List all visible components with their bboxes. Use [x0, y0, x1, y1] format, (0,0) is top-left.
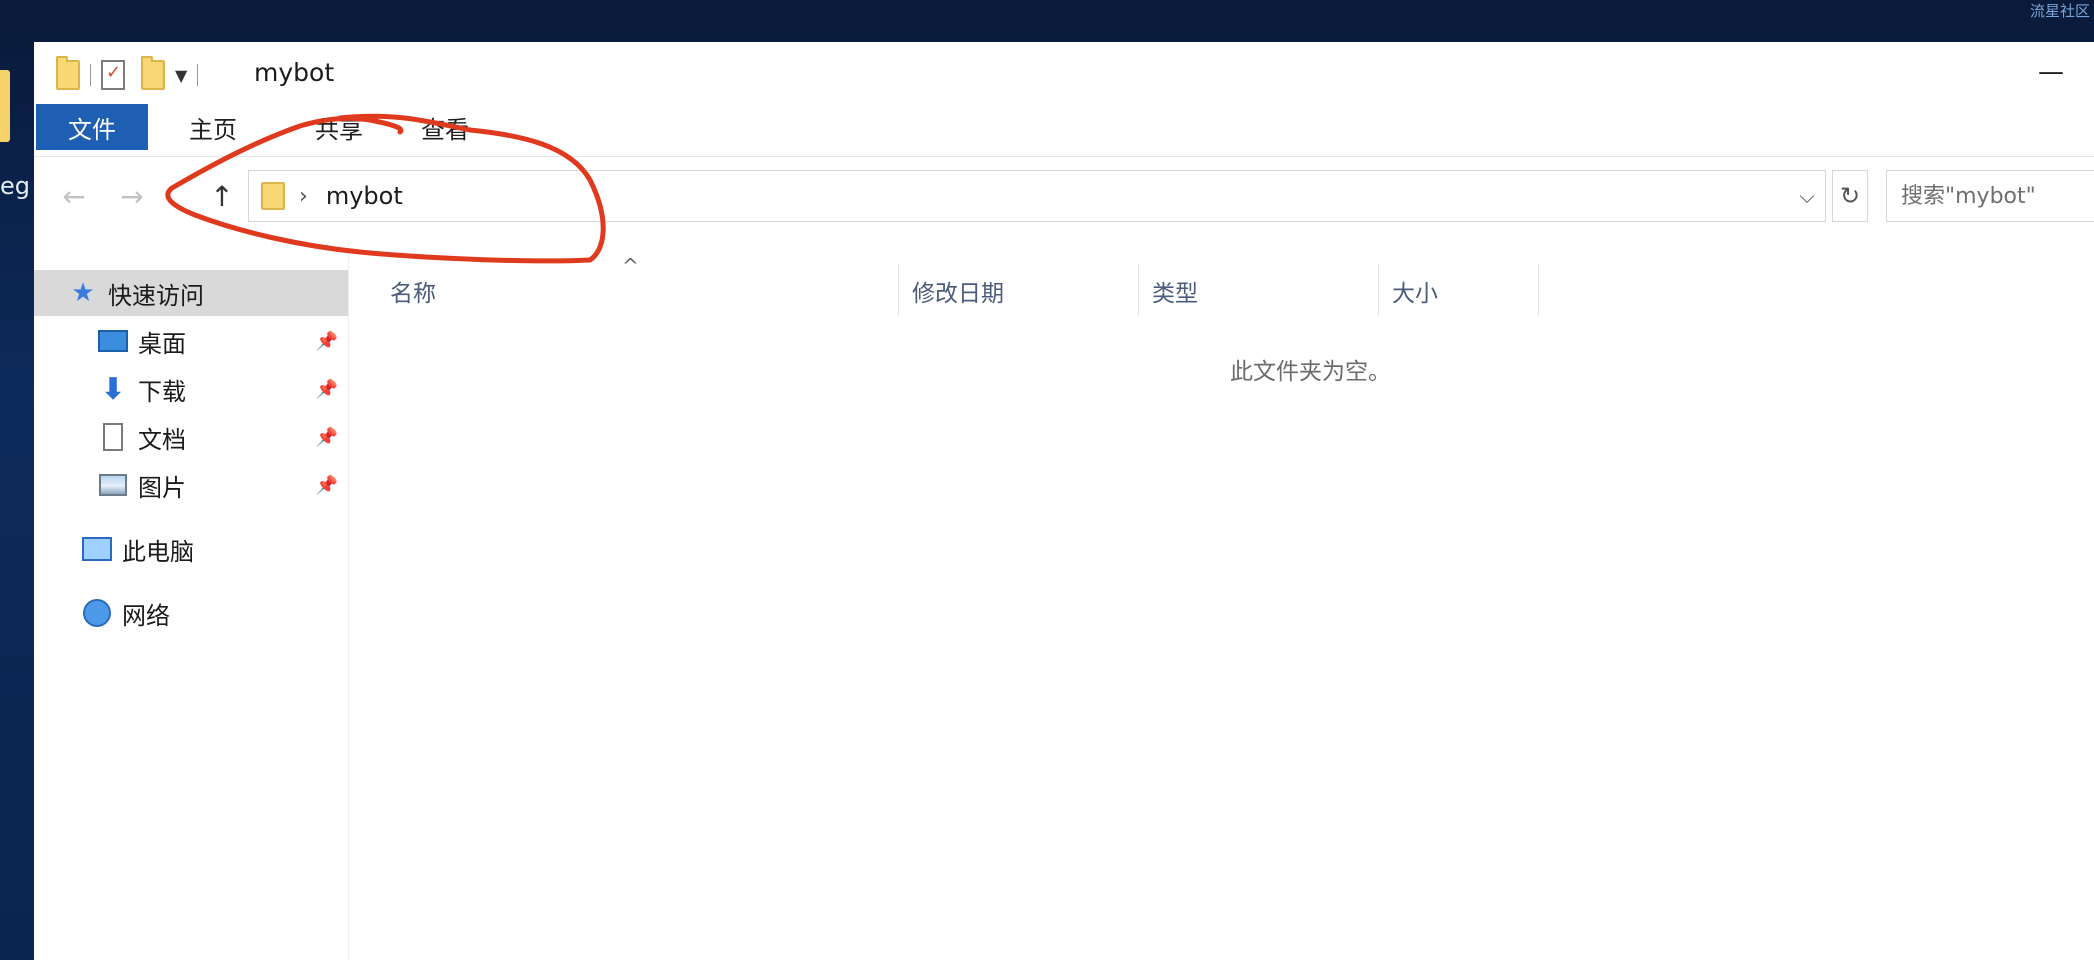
file-explorer-window: ▼ mybot — 文件 主页 共享 查看 ← → ↑ › mybot ⌵ ↻ … [34, 42, 2094, 960]
column-divider[interactable] [1538, 264, 1539, 316]
nav-label: 图片 [138, 473, 186, 502]
address-dropdown-button[interactable]: ⌵ [1788, 171, 1825, 221]
folder-icon[interactable] [56, 56, 80, 90]
quick-access-toolbar: ▼ [56, 56, 208, 94]
download-icon: ⬇ [100, 371, 126, 407]
pin-icon[interactable]: 📌 [316, 379, 338, 400]
column-header-size[interactable]: 大小 [1392, 268, 1532, 314]
column-header-date[interactable]: 修改日期 [912, 268, 1132, 314]
empty-folder-message: 此文件夹为空。 [1230, 359, 1391, 385]
tab-view[interactable]: 查看 [390, 104, 500, 150]
column-divider[interactable] [1378, 264, 1379, 316]
column-divider[interactable] [898, 264, 899, 316]
toolbar-divider [90, 64, 91, 86]
nav-documents[interactable]: 文档 📌 [34, 414, 348, 460]
customize-toolbar-arrow-icon[interactable]: ▼ [175, 66, 187, 85]
picture-icon [98, 470, 128, 500]
ribbon: 文件 主页 共享 查看 [34, 104, 2094, 157]
forward-button[interactable]: → [112, 170, 152, 222]
column-divider[interactable] [1138, 264, 1139, 316]
desktop-folder-icon[interactable] [0, 70, 10, 142]
address-bar[interactable]: › mybot ⌵ [248, 170, 1826, 222]
nav-quick-access[interactable]: ★ 快速访问 [34, 270, 348, 316]
pin-icon[interactable]: 📌 [316, 427, 338, 448]
back-button[interactable]: ← [54, 170, 94, 222]
toolbar-divider [197, 64, 199, 86]
nav-pictures[interactable]: 图片 📌 [34, 462, 348, 508]
search-input[interactable] [1901, 183, 2081, 209]
nav-label: 此电脑 [122, 537, 194, 566]
nav-desktop[interactable]: 桌面 📌 [34, 318, 348, 364]
desktop-icon [98, 326, 128, 356]
nav-label: 快速访问 [108, 281, 204, 310]
new-folder-icon[interactable] [141, 56, 165, 90]
window-title: mybot [254, 58, 335, 87]
desktop-corner-text: 流星社区 [2029, 2, 2090, 20]
file-list-pane: ^ 名称 修改日期 类型 大小 此文件夹为空。 [350, 242, 2094, 960]
properties-icon[interactable] [101, 60, 125, 90]
search-box[interactable] [1886, 170, 2094, 222]
document-icon [98, 422, 128, 452]
tab-share[interactable]: 共享 [284, 104, 394, 150]
address-path[interactable]: mybot [326, 182, 403, 210]
minimize-button[interactable]: — [2036, 52, 2066, 92]
nav-label: 下载 [138, 377, 186, 406]
chevron-right-icon[interactable]: › [299, 184, 308, 209]
nav-label: 网络 [122, 601, 170, 630]
title-bar: ▼ mybot — [34, 42, 2094, 108]
tab-file[interactable]: 文件 [36, 104, 148, 150]
navigation-pane: ★ 快速访问 桌面 📌 ⬇ 下载 📌 文档 📌 图片 📌 此电脑 网络 [34, 242, 349, 960]
column-header-name[interactable]: 名称 [390, 268, 850, 314]
refresh-button[interactable]: ↻ [1832, 170, 1868, 222]
pin-icon[interactable]: 📌 [316, 475, 338, 496]
tab-home[interactable]: 主页 [158, 104, 268, 150]
up-button[interactable]: ↑ [202, 170, 242, 222]
nav-downloads[interactable]: ⬇ 下载 📌 [34, 366, 348, 412]
pin-icon[interactable]: 📌 [316, 331, 338, 352]
nav-label: 桌面 [138, 329, 186, 358]
computer-icon [82, 534, 112, 564]
nav-network[interactable]: 网络 [34, 590, 348, 636]
desktop-icon-label[interactable]: eg [0, 172, 30, 200]
nav-label: 文档 [138, 425, 186, 454]
column-header-type[interactable]: 类型 [1152, 268, 1372, 314]
network-icon [82, 598, 112, 628]
folder-icon [261, 182, 285, 210]
star-icon: ★ [71, 278, 95, 308]
nav-this-pc[interactable]: 此电脑 [34, 526, 348, 572]
